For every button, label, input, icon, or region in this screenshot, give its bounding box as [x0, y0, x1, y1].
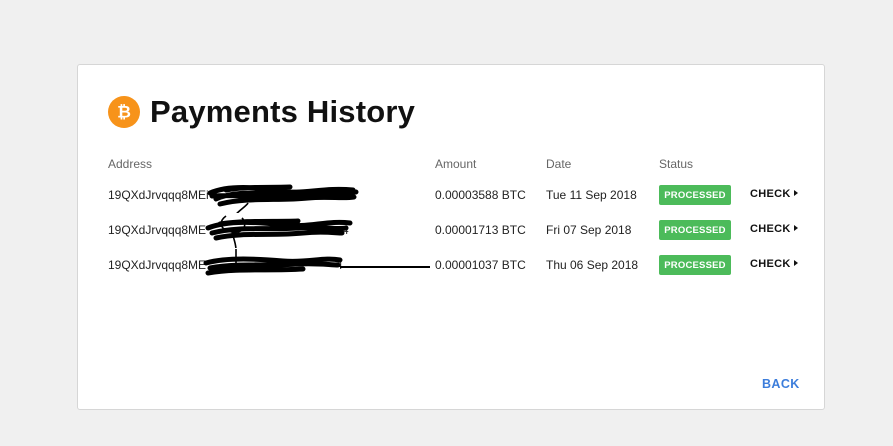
check-link-label: CHECK: [750, 258, 791, 270]
column-header-date: Date: [546, 157, 572, 171]
date-cell: Thu 06 Sep 2018: [546, 258, 639, 272]
column-header-address: Address: [108, 157, 153, 171]
table-row: 19QXdJrvqqq8ME 4 0.00001037 BTC Thu 06 S…: [78, 249, 824, 277]
page-title: Payments History: [150, 94, 416, 129]
address-cell: 19QXdJrvqqq8ME 4: [108, 249, 430, 277]
date-cell: Tue 11 Sep 2018: [546, 188, 637, 202]
column-header-status: Status: [659, 157, 694, 171]
redaction-scribble: [207, 184, 359, 213]
back-button[interactable]: BACK: [762, 377, 800, 391]
address-cell: 19QXdJrvqqq8ME 4: [108, 215, 428, 248]
caret-right-icon: [793, 190, 798, 197]
caret-right-icon: [793, 260, 798, 267]
redaction-scribble: [203, 249, 430, 276]
bitcoin-icon: ₿: [108, 96, 140, 128]
redaction-scribble: [205, 215, 353, 248]
check-link[interactable]: CHECK: [750, 223, 798, 235]
date-cell: Fri 07 Sep 2018: [546, 223, 632, 237]
svg-text:₿: ₿: [117, 103, 131, 122]
status-badge: PROCESSED: [659, 220, 731, 240]
amount-cell: 0.00001037 BTC: [435, 258, 526, 272]
column-header-amount: Amount: [435, 157, 477, 171]
check-link-label: CHECK: [750, 223, 791, 235]
check-link-label: CHECK: [750, 188, 791, 200]
status-badge: PROCESSED: [659, 185, 731, 205]
address-cell: 19QXdJrvqqq8MEi F4: [108, 183, 428, 213]
payments-history-card: ₿ Payments History Address Amount Date S…: [77, 64, 825, 410]
table-row: 19QXdJrvqqq8ME 4 0.00001713 BTC Fri 07 S…: [78, 215, 824, 248]
check-link[interactable]: CHECK: [750, 188, 798, 200]
caret-right-icon: [793, 225, 798, 232]
amount-cell: 0.00001713 BTC: [435, 223, 526, 237]
status-badge: PROCESSED: [659, 255, 731, 275]
check-link[interactable]: CHECK: [750, 258, 798, 270]
table-row: 19QXdJrvqqq8MEi F4 0.00003588 BTC Tue 11…: [78, 183, 824, 213]
title-row: ₿ Payments History: [108, 94, 416, 129]
amount-cell: 0.00003588 BTC: [435, 188, 526, 202]
